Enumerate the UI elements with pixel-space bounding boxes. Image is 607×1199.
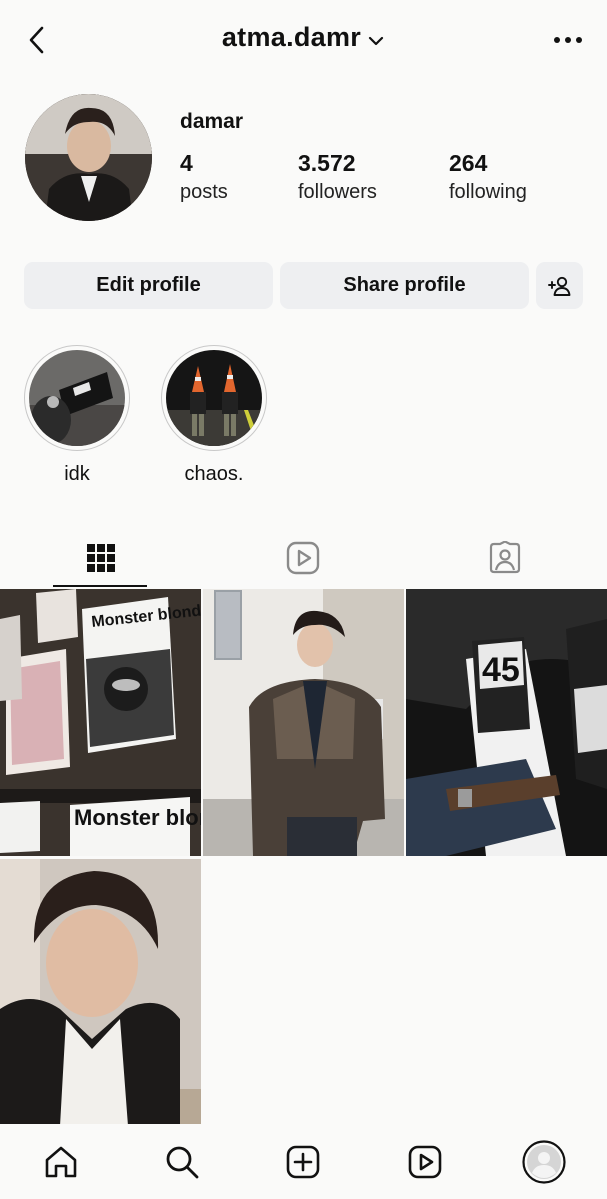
create-icon	[286, 1145, 320, 1179]
grid-icon	[87, 544, 115, 572]
nav-home[interactable]	[39, 1140, 83, 1184]
discover-people-button[interactable]	[536, 262, 583, 309]
followers-count-label: followers	[298, 181, 377, 203]
highlight-cover	[166, 350, 262, 446]
add-person-icon	[547, 276, 570, 296]
posts-count-value: 4	[180, 150, 193, 176]
reels-icon	[286, 541, 320, 575]
chevron-down-icon	[367, 23, 385, 54]
username-title: atma.damr	[221, 22, 362, 52]
following-count[interactable]: 264 following	[449, 150, 527, 204]
highlight-ring	[161, 345, 267, 451]
posts-count[interactable]: 4 posts	[180, 150, 228, 204]
highlight-cover	[29, 350, 125, 446]
highlight-ring	[24, 345, 130, 451]
highlight-label: idk	[64, 463, 90, 485]
post-thumbnail[interactable]	[203, 589, 404, 856]
profile-avatar-icon	[522, 1140, 566, 1184]
following-count-value: 264	[449, 150, 488, 176]
magazine-text: Monster blondie	[74, 805, 201, 830]
followers-count-value: 3.572	[298, 150, 356, 176]
tagged-icon	[489, 541, 521, 574]
tab-reels[interactable]	[202, 528, 404, 588]
highlight-idk[interactable]: idk	[24, 345, 130, 486]
post-thumbnail[interactable]	[0, 859, 201, 1126]
highlight-label: chaos.	[184, 463, 244, 485]
tab-tagged[interactable]	[404, 528, 606, 588]
share-profile-button[interactable]: Share profile	[280, 262, 529, 309]
followers-count[interactable]: 3.572 followers	[298, 150, 377, 204]
search-icon	[166, 1146, 199, 1179]
profile-tabs	[0, 528, 607, 588]
nav-search[interactable]	[160, 1140, 204, 1184]
svg-text:45: 45	[482, 651, 520, 689]
edit-profile-button[interactable]: Edit profile	[24, 262, 273, 309]
post-thumbnail[interactable]: Monster blondie Monster blondie	[0, 589, 201, 856]
following-count-label: following	[449, 181, 527, 203]
nav-reels[interactable]	[403, 1140, 447, 1184]
active-tab-indicator	[53, 585, 147, 587]
highlight-chaos[interactable]: chaos.	[161, 345, 267, 486]
posts-count-label: posts	[180, 181, 228, 203]
bottom-nav	[0, 1124, 607, 1199]
more-options-button[interactable]	[551, 28, 585, 52]
profile-avatar[interactable]	[25, 94, 152, 221]
more-horizontal-icon	[554, 37, 582, 43]
username-switcher[interactable]: atma.damr	[0, 22, 607, 54]
top-bar: atma.damr	[0, 0, 607, 82]
tab-posts-grid[interactable]	[0, 528, 202, 588]
post-thumbnail[interactable]: 45	[406, 589, 607, 856]
nav-create[interactable]	[281, 1140, 325, 1184]
home-icon	[45, 1146, 77, 1178]
nav-profile[interactable]	[522, 1140, 566, 1184]
reels-icon	[408, 1145, 442, 1179]
display-name: damar	[180, 110, 244, 133]
